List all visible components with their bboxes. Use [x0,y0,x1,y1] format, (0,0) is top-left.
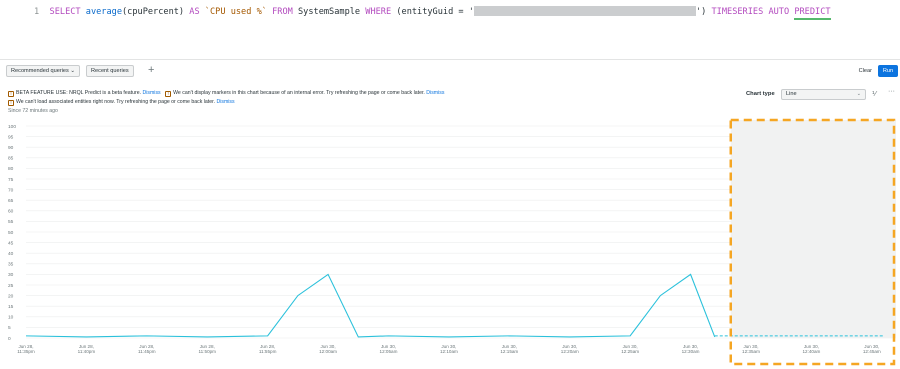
y-tick-label: 15 [8,304,14,310]
dismiss-beta-link[interactable]: Dismiss [142,90,160,96]
x-tick-label: 11:40pm [78,349,96,354]
run-button[interactable]: Run [878,65,898,77]
query-editor[interactable]: 1 SELECT average(cpuPercent) AS `CPU use… [0,0,900,60]
entities-notice: We can't load associated entities right … [16,99,215,105]
x-tick-label: 12:30am [682,349,700,354]
alias: `CPU used %` [204,7,267,17]
x-tick-label: 12:20am [561,349,579,354]
cpu-line-chart: 0 5 10 15 20 25 30 35 40 45 50 55 60 65 70 75 80 85 90 95 10… [8,118,896,366]
y-tick-label: 60 [8,209,14,215]
y-tick-label: 75 [8,177,14,183]
y-tick-label: 5 [8,325,11,331]
y-tick-label: 45 [8,240,14,246]
chart-type-value: Line [786,91,797,97]
y-tick-label: 20 [8,293,14,299]
kw-select: SELECT [49,7,81,17]
x-tick-label: 12:15am [500,349,518,354]
clear-button[interactable]: Clear [859,68,872,74]
kw-timeseries: TIMESERIES [711,7,764,17]
cond-close: ') [695,7,707,17]
y-axis: 0 5 10 15 20 25 30 35 40 45 50 55 60 65 70 75 80 85 90 95 10… [8,124,16,342]
warning-icon: ! [8,100,14,106]
y-tick-label: 25 [8,283,14,289]
kw-from: FROM [272,7,293,17]
x-tick-label: 12:05am [380,349,398,354]
table-name: SystemSample [298,7,361,17]
x-tick-label: 11:35pm [17,349,35,354]
query-code[interactable]: 1 SELECT average(cpuPercent) AS `CPU use… [34,6,831,20]
y-tick-label: 65 [8,198,14,204]
warning-icon: ! [165,91,172,97]
x-tick-label: 12:45am [863,349,881,354]
chart-type-label: Chart type [746,91,775,97]
chart-type-select[interactable]: Line ⌄ [781,89,866,100]
dismiss-markers-link[interactable]: Dismiss [426,90,444,96]
x-tick-label: 12:25am [621,349,639,354]
recent-queries-button[interactable]: Recent queries [86,65,134,77]
notice-row-1: ! BETA FEATURE USE: NRQL Predict is a bet… [8,90,444,97]
y-tick-label: 95 [8,134,14,140]
x-tick-label: 12:10am [440,349,458,354]
x-tick-label: 12:40am [802,349,820,354]
y-tick-label: 0 [8,336,11,342]
predict-underline [794,18,831,20]
query-toolbar: Recommended queries ⌄ Recent queries + C… [0,60,900,82]
redacted-guid [473,6,696,16]
markers-notice: We can't display markers in this chart b… [173,90,425,96]
y-tick-label: 30 [8,272,14,278]
y-tick-label: 90 [8,145,14,151]
dismiss-entities-link[interactable]: Dismiss [216,99,234,105]
kw-predict: PREDICT [794,7,831,20]
more-options-icon[interactable]: ··· [888,88,895,95]
x-tick-label: 12:35am [742,349,760,354]
recommended-queries-button[interactable]: Recommended queries ⌄ [6,65,81,77]
y-tick-label: 85 [8,156,14,162]
fn-average: average [85,7,122,17]
since-label: Since 72 minutes ago [8,108,58,114]
y-axis-settings-icon[interactable]: ⅟ [872,90,876,98]
x-tick-label: 11:55pm [259,349,277,354]
x-tick-label: 11:45pm [138,349,156,354]
notice-row-2: ! We can't load associated entities right… [8,99,235,106]
warning-icon: ! [8,91,14,97]
kw-as: AS [189,7,200,17]
y-tick-label: 55 [8,219,14,225]
cond-open: (entityGuid = ' [396,7,474,17]
prediction-region [730,120,896,338]
kw-where: WHERE [365,7,392,17]
x-axis: Jun 28,11:35pmJun 28,11:40pmJun 28,11:45… [17,344,881,354]
y-tick-label: 70 [8,187,14,193]
y-tick-label: 40 [8,251,14,257]
y-tick-label: 35 [8,262,14,268]
add-query-button[interactable]: + [148,64,154,76]
line-number: 1 [34,7,40,17]
kw-auto: AUTO [768,7,790,17]
beta-notice: BETA FEATURE USE: NRQL Predict is a beta… [16,90,142,96]
chevron-down-icon: ⌄ [856,91,861,97]
y-tick-label: 50 [8,230,14,236]
fn-arg: (cpuPercent) [122,7,185,17]
x-tick-label: 11:50pm [198,349,216,354]
y-tick-label: 100 [8,124,16,130]
y-tick-label: 80 [8,166,14,172]
x-tick-label: 12:00am [319,349,337,354]
y-tick-label: 10 [8,315,14,321]
